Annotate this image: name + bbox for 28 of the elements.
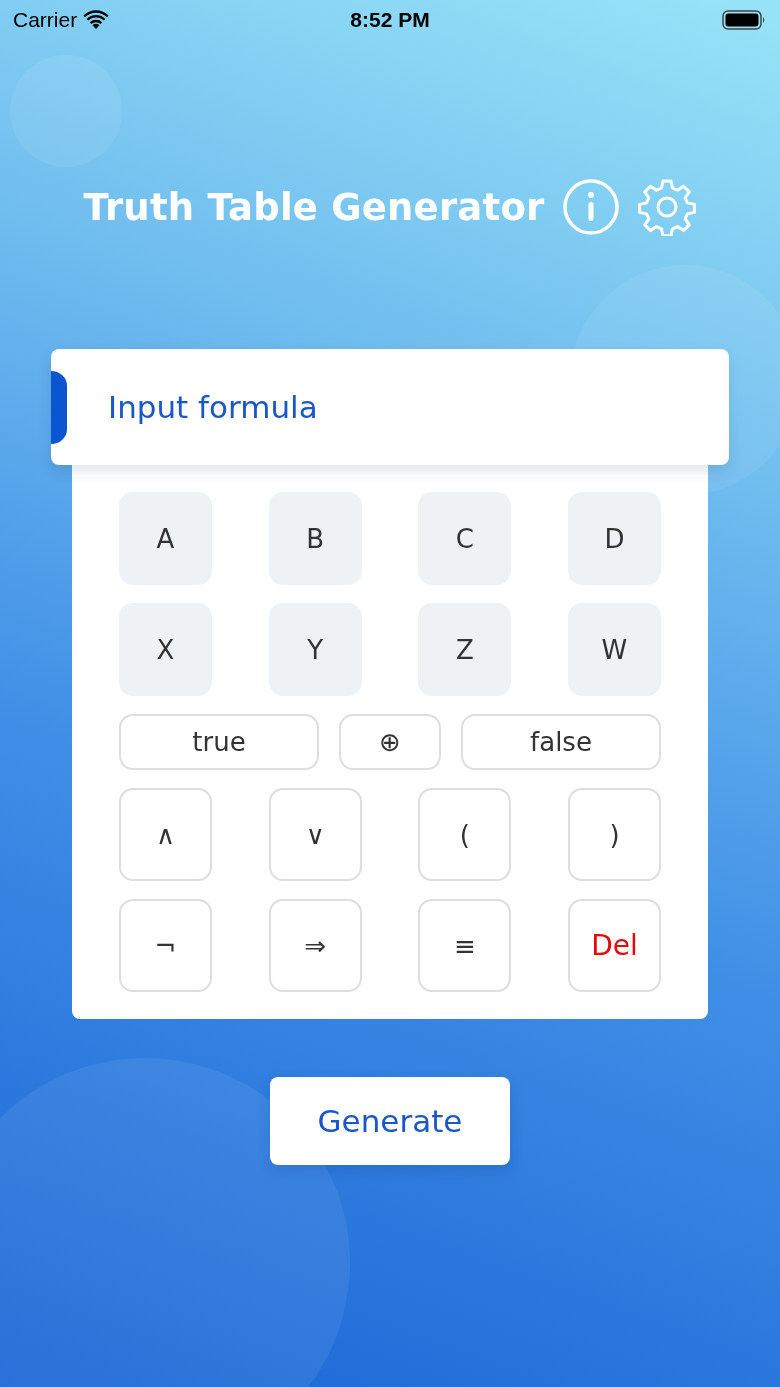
clock-time: 8:52 PM (349, 8, 431, 32)
delete-key[interactable]: Del (567, 899, 661, 992)
keypad-key[interactable]: D (567, 492, 661, 585)
keypad-key[interactable]: B (268, 492, 362, 585)
keypad-key[interactable]: C (418, 492, 512, 585)
app-title: Truth Table Generator (83, 185, 545, 229)
settings-icon[interactable] (638, 178, 697, 236)
carrier-name: Carrier (13, 8, 78, 32)
info-icon[interactable] (562, 178, 621, 236)
keypad-key[interactable]: ∨ (268, 788, 362, 881)
keypad-key[interactable]: ⇒ (268, 899, 362, 992)
wifi-icon (83, 10, 110, 30)
keypad-key[interactable]: ≡ (418, 899, 512, 992)
keypad-key[interactable]: A (119, 492, 212, 585)
keypad-key[interactable]: Z (418, 603, 512, 696)
keypad-key[interactable]: ) (567, 788, 661, 881)
keypad-key[interactable]: X (119, 603, 212, 696)
keypad-key[interactable]: ∧ (119, 788, 212, 881)
keypad-key[interactable]: ( (418, 788, 512, 881)
keypad-key[interactable]: true (119, 714, 319, 770)
formula-field[interactable]: Input formula (51, 349, 729, 465)
battery-icon (722, 10, 766, 30)
keypad-key[interactable]: ⊕ (339, 714, 441, 770)
keypad-key[interactable]: W (567, 603, 661, 696)
keypad-key[interactable]: ¬ (119, 899, 212, 992)
generate-button[interactable]: Generate (270, 1077, 510, 1165)
keypad-key[interactable]: false (461, 714, 661, 770)
keypad-key[interactable]: Y (268, 603, 362, 696)
